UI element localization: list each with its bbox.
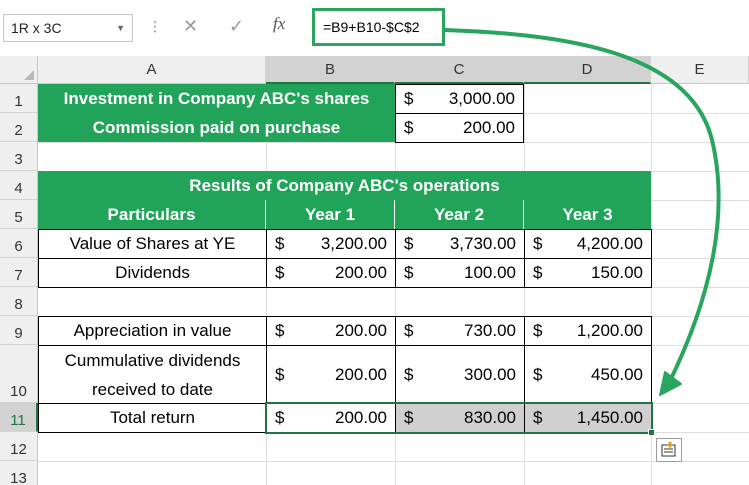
currency-symbol: $ <box>275 263 285 282</box>
cell-b7[interactable]: $200.00 <box>266 258 396 288</box>
row-header-12[interactable]: 12 <box>0 432 38 461</box>
cell-c7[interactable]: $100.00 <box>395 258 525 288</box>
currency-symbol: $ <box>404 118 414 137</box>
cell-c9[interactable]: $730.00 <box>395 316 525 346</box>
cell-amount: 200.00 <box>335 263 387 282</box>
currency-symbol: $ <box>404 321 414 340</box>
cell-amount: 830.00 <box>464 408 516 427</box>
currency-symbol: $ <box>275 408 285 427</box>
cell-a1-investment-label[interactable]: Investment in Company ABC's shares <box>38 84 395 113</box>
cell-c11[interactable]: $830.00 <box>395 403 525 433</box>
row-header-1[interactable]: 1 <box>0 84 38 113</box>
label-line-2: received to date <box>92 379 213 399</box>
row-header-9[interactable]: 9 <box>0 316 38 345</box>
label-dividends[interactable]: Dividends <box>38 258 267 288</box>
cell-d7[interactable]: $150.00 <box>524 258 652 288</box>
cell-amount: 4,200.00 <box>576 234 643 253</box>
column-header-a[interactable]: A <box>38 56 266 84</box>
label-value-of-shares[interactable]: Value of Shares at YE <box>38 229 267 259</box>
header-year-2[interactable]: Year 2 <box>395 200 524 229</box>
cell-c6[interactable]: $3,730.00 <box>395 229 525 259</box>
row-header-6[interactable]: 6 <box>0 229 38 258</box>
cell-d11[interactable]: $1,450.00 <box>524 403 652 433</box>
cell-amount: 200.00 <box>335 321 387 340</box>
cell-b6[interactable]: $3,200.00 <box>266 229 396 259</box>
cell-b9[interactable]: $200.00 <box>266 316 396 346</box>
cell-amount: 200.00 <box>463 118 515 137</box>
quick-analysis-icon[interactable] <box>656 438 682 462</box>
column-header-e[interactable]: E <box>651 56 749 84</box>
cell-c2[interactable]: $ 200.00 <box>395 113 524 143</box>
cell-amount: 3,000.00 <box>448 89 515 108</box>
cell-amount: 730.00 <box>464 321 516 340</box>
label-cumulative-dividends[interactable]: Cummulative dividends received to date <box>38 345 267 404</box>
currency-symbol: $ <box>275 234 285 253</box>
currency-symbol: $ <box>533 364 543 384</box>
name-box-value: 1R x 3C <box>11 20 62 36</box>
cancel-icon[interactable]: ✕ <box>183 16 198 37</box>
cell-c1[interactable]: $ 3,000.00 <box>395 84 524 114</box>
name-box[interactable]: 1R x 3C ▼ <box>3 14 133 42</box>
header-particulars[interactable]: Particulars <box>38 200 266 229</box>
currency-symbol: $ <box>533 234 543 253</box>
row-header-4[interactable]: 4 <box>0 171 38 200</box>
enter-icon[interactable]: ✓ <box>229 16 244 37</box>
currency-symbol: $ <box>404 408 414 427</box>
column-header-c[interactable]: C <box>395 56 524 84</box>
cell-d10[interactable]: $450.00 <box>524 345 652 404</box>
gridline <box>38 461 749 462</box>
currency-symbol: $ <box>533 408 543 427</box>
results-title[interactable]: Results of Company ABC's operations <box>38 171 651 200</box>
formula-bar: 1R x 3C ▼ ⋮ ✕ ✓ fx =B9+B10-$C$2 <box>0 0 749 56</box>
row-header-10[interactable]: 10 <box>0 345 38 403</box>
cell-amount: 100.00 <box>464 263 516 282</box>
cell-amount: 300.00 <box>464 364 516 384</box>
label-line-1: Cummulative dividends <box>64 350 241 370</box>
label-total-return[interactable]: Total return <box>38 403 267 433</box>
currency-symbol: $ <box>404 364 414 384</box>
currency-symbol: $ <box>275 364 285 384</box>
cell-amount: 200.00 <box>335 408 387 427</box>
insert-function-icon[interactable]: fx <box>273 14 285 34</box>
quick-analysis-glyph <box>661 442 676 457</box>
currency-symbol: $ <box>275 321 285 340</box>
cell-b11[interactable]: $200.00 <box>266 403 396 433</box>
currency-symbol: $ <box>533 263 543 282</box>
formula-input[interactable]: =B9+B10-$C$2 <box>312 8 445 46</box>
cell-amount: 150.00 <box>591 263 643 282</box>
row-header-8[interactable]: 8 <box>0 287 38 316</box>
spreadsheet-grid: A B C D E 1 2 3 4 5 6 7 8 9 10 11 12 13 … <box>0 56 749 485</box>
row-header-11[interactable]: 11 <box>0 403 38 432</box>
row-header-2[interactable]: 2 <box>0 113 38 142</box>
currency-symbol: $ <box>404 263 414 282</box>
label-appreciation[interactable]: Appreciation in value <box>38 316 267 346</box>
gridline <box>38 142 749 143</box>
row-header-13[interactable]: 13 <box>0 461 38 485</box>
currency-symbol: $ <box>533 321 543 340</box>
cell-amount: 200.00 <box>335 364 387 384</box>
cell-amount: 3,200.00 <box>320 234 387 253</box>
column-header-d[interactable]: D <box>524 56 651 84</box>
cell-amount: 450.00 <box>591 364 643 384</box>
currency-symbol: $ <box>404 89 414 108</box>
header-year-1[interactable]: Year 1 <box>266 200 395 229</box>
chevron-down-icon[interactable]: ▼ <box>116 15 125 41</box>
cell-amount: 1,200.00 <box>576 321 643 340</box>
column-header-b[interactable]: B <box>266 56 395 84</box>
header-year-3[interactable]: Year 3 <box>524 200 651 229</box>
cell-c10[interactable]: $300.00 <box>395 345 525 404</box>
cell-b10[interactable]: $200.00 <box>266 345 396 404</box>
cell-a2-commission-label[interactable]: Commission paid on purchase <box>38 113 395 142</box>
row-header-7[interactable]: 7 <box>0 258 38 287</box>
cell-d6[interactable]: $4,200.00 <box>524 229 652 259</box>
select-all-button[interactable] <box>0 56 38 84</box>
currency-symbol: $ <box>404 234 414 253</box>
cell-d9[interactable]: $1,200.00 <box>524 316 652 346</box>
row-header-3[interactable]: 3 <box>0 142 38 171</box>
cell-amount: 3,730.00 <box>449 234 516 253</box>
row-header-5[interactable]: 5 <box>0 200 38 229</box>
more-options-icon: ⋮ <box>148 18 162 34</box>
fill-handle[interactable] <box>648 429 655 436</box>
cell-amount: 1,450.00 <box>576 408 643 427</box>
